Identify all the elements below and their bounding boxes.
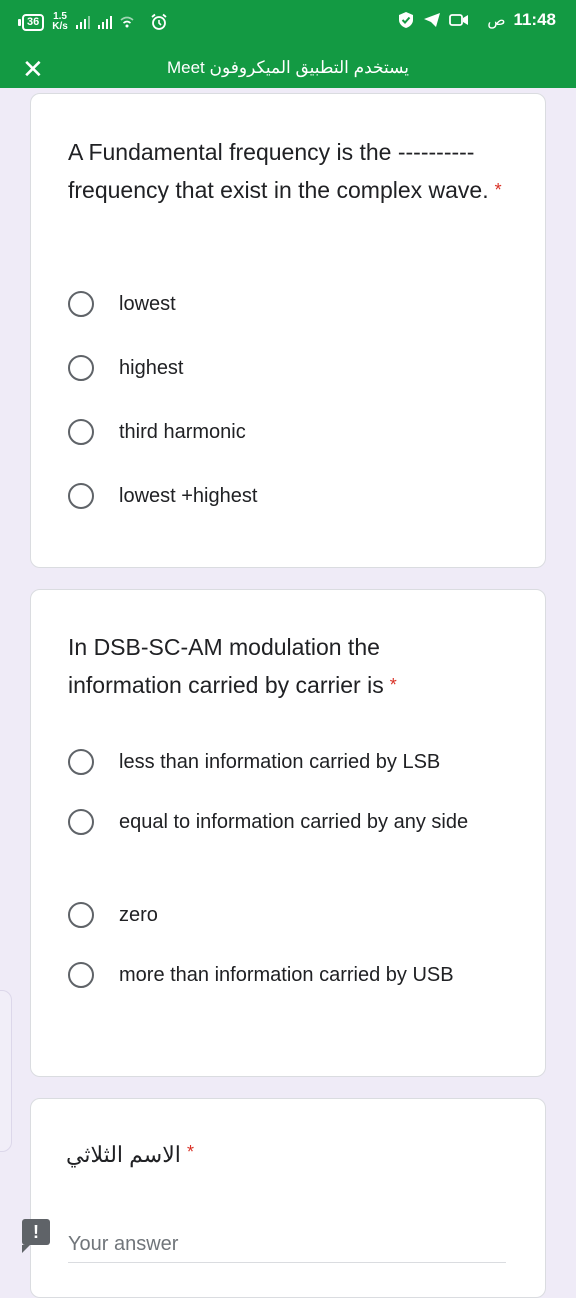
option-lowest-highest[interactable]: lowest +highest xyxy=(68,480,556,512)
question-1-text: A Fundamental frequency is the ---------… xyxy=(68,139,502,203)
radio-button[interactable] xyxy=(68,355,94,381)
option-zero[interactable]: zero xyxy=(68,899,556,931)
alarm-icon xyxy=(151,13,167,30)
signal-icon-2 xyxy=(97,15,112,29)
status-bar: 36 1.5 K/s ص 11:48 xyxy=(0,0,576,50)
option-third-harmonic[interactable]: third harmonic xyxy=(68,416,556,448)
am-pm-indicator: ص xyxy=(487,12,506,29)
radio-button[interactable] xyxy=(68,962,94,988)
question-card-3 xyxy=(30,1098,546,1298)
side-panel-edge[interactable] xyxy=(0,990,12,1152)
option-equal-any-side[interactable]: equal to information carried by any side xyxy=(68,806,506,838)
warning-icon: ! xyxy=(22,1219,50,1253)
radio-button[interactable] xyxy=(68,902,94,928)
radio-button[interactable] xyxy=(68,291,94,317)
shield-icon xyxy=(399,12,414,28)
battery-level: 36 xyxy=(22,13,45,31)
radio-button[interactable] xyxy=(68,419,94,445)
clock: 11:48 xyxy=(513,10,556,29)
radio-button[interactable] xyxy=(68,809,94,835)
question-2-text: In DSB-SC-AM modulation the information … xyxy=(68,634,397,698)
wifi-icon xyxy=(120,16,134,28)
option-less-than-lsb[interactable]: less than information carried by LSB xyxy=(68,746,556,778)
question-3-text: * الاسم الثلاثي xyxy=(66,1142,195,1167)
required-asterisk: * xyxy=(494,180,502,200)
signal-icon xyxy=(75,15,90,29)
required-asterisk: * xyxy=(389,675,397,695)
option-lowest[interactable]: lowest xyxy=(68,288,556,320)
network-speed: 1.5 K/s xyxy=(52,11,68,32)
video-camera-icon xyxy=(449,14,469,26)
banner-title: يستخدم التطبيق الميكروفون Meet xyxy=(166,58,410,77)
mic-usage-banner: ✕ يستخدم التطبيق الميكروفون Meet xyxy=(0,50,576,88)
radio-button[interactable] xyxy=(68,483,94,509)
required-asterisk: * xyxy=(187,1142,195,1162)
battery-icon: 36 xyxy=(18,13,45,31)
option-highest[interactable]: highest xyxy=(68,352,556,384)
telegram-icon xyxy=(424,13,441,27)
radio-button[interactable] xyxy=(68,749,94,775)
option-more-than-usb[interactable]: more than information carried by USB xyxy=(68,959,476,991)
full-name-input[interactable] xyxy=(68,1226,506,1263)
